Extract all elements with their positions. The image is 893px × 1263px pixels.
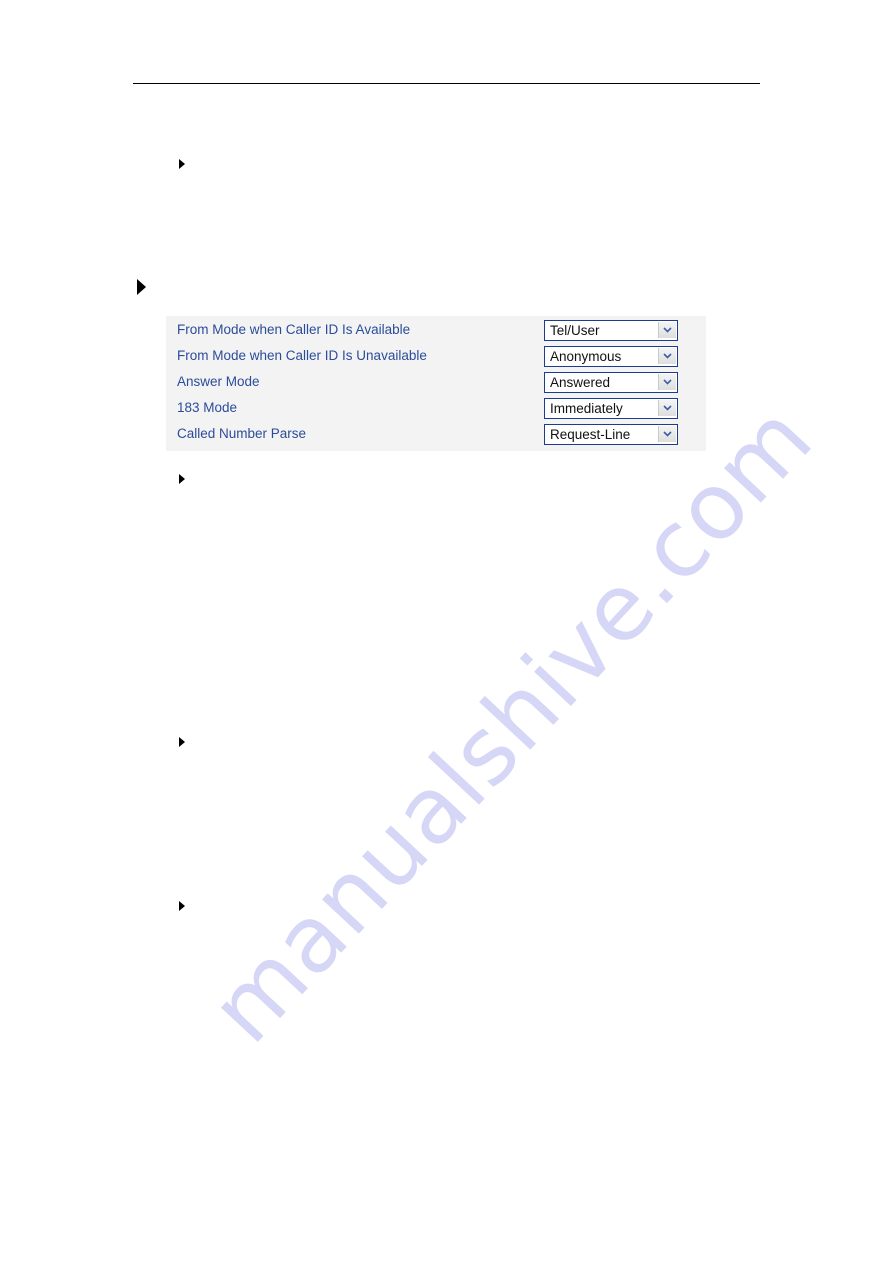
watermark: manualshive.com — [190, 384, 834, 1063]
answer-mode-select[interactable]: Answered — [544, 372, 678, 393]
setting-row: From Mode when Caller ID Is Unavailable … — [166, 343, 706, 369]
setting-row: From Mode when Caller ID Is Available Te… — [166, 317, 706, 343]
bullet-arrow-icon — [179, 737, 185, 747]
section-bullet-arrow-icon — [137, 279, 146, 295]
select-value: Anonymous — [550, 349, 622, 364]
bullet-arrow-icon — [179, 901, 185, 911]
setting-label: 183 Mode — [177, 400, 238, 415]
select-value: Request-Line — [550, 427, 631, 442]
setting-row: Answer Mode Answered — [166, 369, 706, 395]
chevron-down-icon[interactable] — [658, 374, 676, 390]
header-rule — [133, 83, 760, 84]
called-number-parse-select[interactable]: Request-Line — [544, 424, 678, 445]
setting-row: Called Number Parse Request-Line — [166, 421, 706, 447]
bullet-arrow-icon — [179, 159, 185, 169]
from-mode-unavailable-select[interactable]: Anonymous — [544, 346, 678, 367]
select-value: Answered — [550, 375, 611, 390]
setting-row: 183 Mode Immediately — [166, 395, 706, 421]
select-value: Immediately — [550, 401, 623, 416]
bullet-arrow-icon — [179, 474, 185, 484]
chevron-down-icon[interactable] — [658, 400, 676, 416]
183-mode-select[interactable]: Immediately — [544, 398, 678, 419]
from-mode-available-select[interactable]: Tel/User — [544, 320, 678, 341]
setting-label: From Mode when Caller ID Is Unavailable — [177, 348, 427, 363]
setting-label: Called Number Parse — [177, 426, 307, 441]
setting-label: From Mode when Caller ID Is Available — [177, 322, 411, 337]
chevron-down-icon[interactable] — [658, 348, 676, 364]
setting-label: Answer Mode — [177, 374, 260, 389]
chevron-down-icon[interactable] — [658, 322, 676, 338]
settings-panel: From Mode when Caller ID Is Available Te… — [166, 316, 706, 451]
chevron-down-icon[interactable] — [658, 426, 676, 442]
select-value: Tel/User — [550, 323, 600, 338]
